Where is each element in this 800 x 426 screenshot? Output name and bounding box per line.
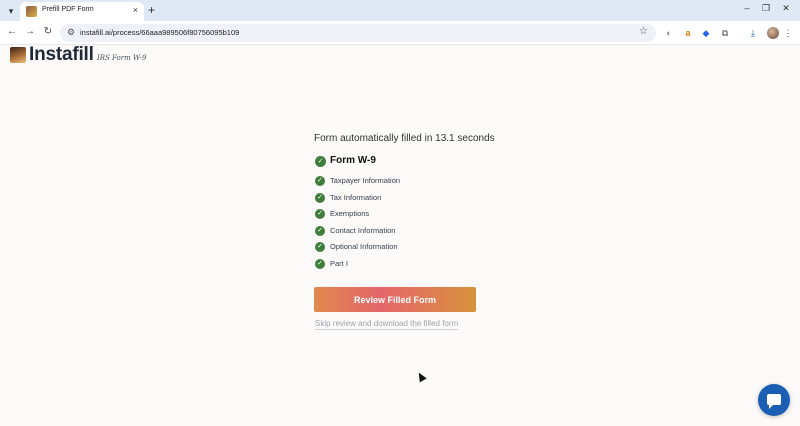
bookmark-star-icon[interactable]: ☆ (639, 26, 648, 37)
form-name: Form W-9 (330, 155, 376, 166)
form-subtitle: IRS Form W-9 (97, 54, 147, 62)
instafill-logo-icon (10, 47, 26, 63)
amazon-extension-icon[interactable]: a (682, 27, 694, 39)
section-label: Contact Information (330, 225, 396, 235)
instafill-favicon-icon (26, 6, 37, 17)
extensions-puzzle-icon[interactable]: ⧉ (719, 27, 731, 39)
browser-tab-strip: ▾ Prefill PDF Form × + – ❐ ✕ (0, 0, 800, 21)
check-circle-icon: ✓ (315, 242, 325, 253)
reload-icon[interactable]: ↻ (41, 26, 55, 37)
minimize-window-icon[interactable]: – (740, 3, 754, 13)
close-window-icon[interactable]: ✕ (779, 3, 793, 14)
section-label: Taxpayer Information (330, 176, 401, 185)
url-text: instafill.ai/process/66aaa989506f8075609… (80, 28, 240, 37)
browser-tab[interactable]: Prefill PDF Form × (20, 2, 144, 21)
profile-avatar[interactable] (767, 27, 779, 39)
check-circle-icon: ✓ (315, 225, 325, 236)
back-arrow-icon[interactable]: ← (5, 26, 19, 37)
section-label: Exemptions (330, 209, 370, 219)
tab-search-icon[interactable]: ▾ (4, 4, 18, 18)
check-circle-icon: ✓ (315, 156, 326, 167)
mouse-cursor-icon (415, 370, 427, 383)
section-label: Optional Information (330, 242, 398, 252)
brand-name: Instafill (29, 44, 94, 65)
review-filled-form-button[interactable]: Review Filled Form (314, 287, 476, 312)
tag-extension-icon[interactable]: ◆ (700, 27, 712, 39)
section-label: Tax Information (330, 192, 382, 202)
site-info-icon[interactable]: ⚙ (67, 27, 75, 38)
fill-status-headline: Form automatically filled in 13.1 second… (314, 133, 495, 144)
new-tab-button[interactable]: + (148, 3, 155, 17)
section-label: Part I (330, 259, 348, 268)
check-circle-icon: ✓ (315, 192, 325, 203)
check-circle-icon: ✓ (315, 209, 325, 220)
check-circle-icon: ✓ (315, 176, 325, 186)
maximize-window-icon[interactable]: ❐ (759, 3, 773, 14)
check-circle-icon: ✓ (315, 259, 325, 269)
address-bar[interactable]: ⚙ instafill.ai/process/66aaa989506f80756… (60, 24, 656, 42)
chat-bubble-icon (767, 394, 781, 409)
tab-title: Prefill PDF Form (42, 6, 94, 13)
extension-icon[interactable]: ◐ (663, 27, 675, 39)
download-icon[interactable]: ⤓ (747, 27, 759, 39)
tab-close-icon[interactable]: × (133, 5, 138, 15)
forward-arrow-icon[interactable]: → (23, 26, 37, 37)
browser-toolbar: ← → ↻ ⚙ instafill.ai/process/66aaa989506… (0, 21, 800, 45)
chat-button[interactable] (758, 384, 790, 416)
more-menu-icon[interactable]: ⋮ (782, 27, 794, 39)
skip-review-download-link[interactable]: Skip review and download the filled form (315, 319, 459, 330)
